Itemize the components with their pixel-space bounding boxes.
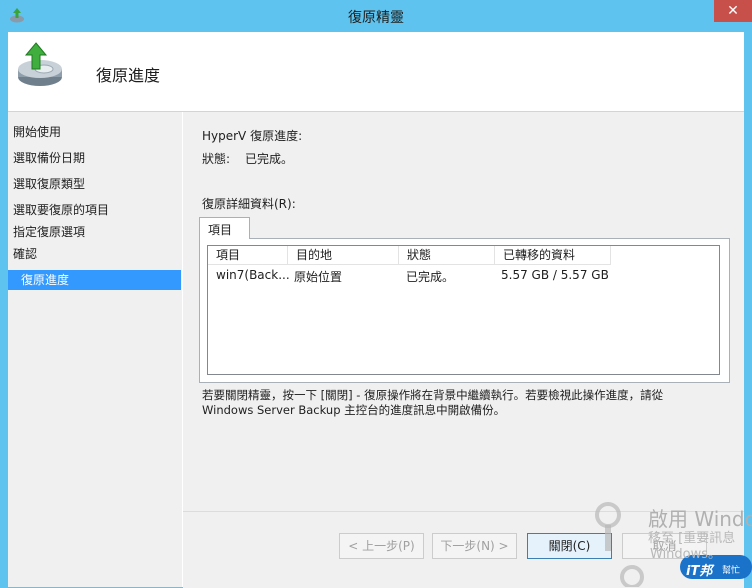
logo-text: iT邦: [686, 564, 713, 579]
sidebar-item-select-backup-date[interactable]: 選取備份日期: [13, 148, 174, 168]
window-title: 復原精靈: [348, 10, 404, 26]
sidebar-item-specify-options[interactable]: 指定復原選項: [13, 222, 174, 242]
column-header-transferred[interactable]: 已轉移的資料: [495, 246, 611, 265]
sidebar-item-recovery-progress[interactable]: 復原進度: [8, 270, 181, 290]
backup-restore-icon: [18, 42, 62, 86]
column-header-item[interactable]: 項目: [208, 246, 288, 265]
close-window-button[interactable]: ✕: [714, 0, 752, 22]
sidebar-item-select-items[interactable]: 選取要復原的項目: [13, 200, 174, 220]
cell-destination: 原始位置: [294, 270, 343, 284]
sidebar-item-getting-started[interactable]: 開始使用: [13, 122, 174, 142]
column-header-status[interactable]: 狀態: [399, 246, 495, 265]
status-value: 已完成。: [245, 152, 294, 166]
previous-button[interactable]: < 上一步(P): [339, 533, 424, 559]
progress-heading: HyperV 復原進度:: [202, 129, 303, 143]
info-text-line1: 若要關閉精靈，按一下 [關閉] - 復原操作將在背景中繼續執行。若要檢視此操作進…: [202, 388, 664, 402]
recovery-items-table[interactable]: 項目 目的地 狀態 已轉移的資料 win7(Back... 原始位置 已完成。 …: [207, 245, 720, 375]
page-title: 復原進度: [96, 66, 161, 85]
cell-status: 已完成。: [406, 270, 455, 284]
sidebar-item-confirmation[interactable]: 確認: [13, 244, 174, 264]
tab-items[interactable]: 項目: [199, 217, 250, 239]
details-label: 復原詳細資料(R):: [202, 197, 296, 211]
logo-sub: 幫忙: [722, 566, 741, 576]
next-button[interactable]: 下一步(N) >: [432, 533, 517, 559]
info-text-line2: Windows Server Backup 主控台的進度訊息中開啟備份。: [202, 403, 506, 417]
cell-item: win7(Back...: [216, 268, 290, 282]
column-header-destination[interactable]: 目的地: [288, 246, 399, 265]
sidebar-item-select-recovery-type[interactable]: 選取復原類型: [13, 174, 174, 194]
status-label: 狀態:: [202, 152, 231, 166]
cell-transferred: 5.57 GB / 5.57 GB: [501, 268, 609, 282]
